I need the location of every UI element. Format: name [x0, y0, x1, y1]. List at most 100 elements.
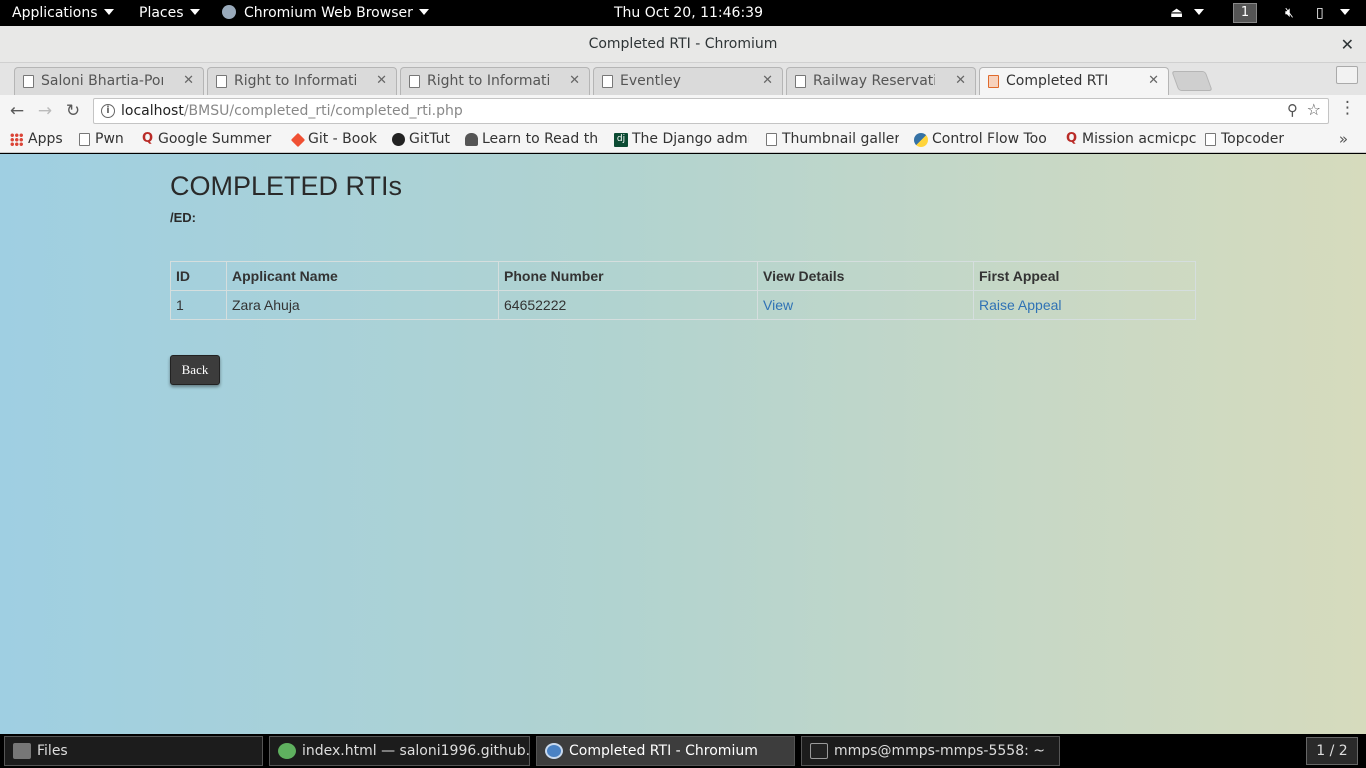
volume-icon[interactable]: 🔇︎	[1285, 0, 1294, 26]
python-icon	[914, 133, 928, 147]
django-icon: dj	[614, 133, 628, 147]
more-bookmarks-icon[interactable]: »	[1339, 127, 1348, 151]
atom-icon	[278, 743, 296, 759]
chevron-down-icon[interactable]	[1194, 0, 1204, 26]
forward-arrow-icon[interactable]: →	[33, 99, 57, 123]
raise-appeal-link[interactable]: Raise Appeal	[979, 297, 1062, 313]
cell-phone-number: 64652222	[498, 290, 758, 320]
workspace-indicator[interactable]: 1	[1233, 3, 1257, 23]
browser-toolbar: ← → ↻ i localhost/BMSU/completed_rti/com…	[0, 95, 1366, 127]
tab-completed-rti[interactable]: Completed RTI ✕	[979, 67, 1169, 95]
octocat-icon	[465, 133, 478, 146]
chromium-icon	[222, 5, 236, 19]
page-icon	[766, 133, 777, 146]
battery-icon[interactable]: ▯	[1316, 0, 1324, 26]
places-menu[interactable]: Places	[139, 0, 200, 26]
kebab-menu-icon[interactable]: ⋮	[1339, 98, 1356, 118]
sub-label: /ED:	[170, 210, 196, 225]
applications-menu[interactable]: Applications	[12, 0, 114, 26]
column-header-first-appeal: First Appeal	[973, 261, 1196, 291]
active-app-menu[interactable]: Chromium Web Browser	[222, 0, 429, 26]
files-icon	[13, 743, 31, 759]
tab-strip: Saloni Bhartia-Portf✕ Right to Informati…	[0, 63, 1366, 95]
task-chromium[interactable]: Completed RTI - Chromium	[536, 736, 795, 766]
task-terminal[interactable]: mmps@mmps-mmps-5558: ~	[801, 736, 1060, 766]
window-title: Completed RTI - Chromium	[588, 36, 778, 52]
column-header-view-details: View Details	[757, 261, 974, 291]
page-content: COMPLETED RTIs /ED: ID Applicant Name Ph…	[0, 154, 1366, 734]
bookmark-control-flow[interactable]: Control Flow Too	[914, 127, 1049, 153]
page-icon	[602, 75, 613, 88]
task-files[interactable]: Files	[4, 736, 263, 766]
address-bar[interactable]: i localhost/BMSU/completed_rti/completed…	[93, 98, 1329, 124]
chevron-down-icon	[189, 9, 200, 15]
system-top-bar: Applications Places Chromium Web Browser…	[0, 0, 1366, 26]
github-icon	[392, 133, 405, 146]
page-icon	[79, 133, 90, 146]
table-header-row: ID Applicant Name Phone Number View Deta…	[170, 261, 1196, 291]
cell-first-appeal: Raise Appeal	[973, 290, 1196, 320]
info-icon[interactable]: i	[101, 104, 115, 118]
close-tab-icon[interactable]: ✕	[183, 68, 194, 94]
bookmark-star-icon[interactable]: ☆	[1307, 100, 1321, 119]
bookmark-git-book[interactable]: Git - Book	[290, 127, 377, 153]
page-icon	[216, 75, 227, 88]
bookmarks-bar: Apps Pwn Q Google Summer c Git - Book Git…	[0, 127, 1366, 153]
close-window-icon[interactable]: ✕	[1341, 26, 1354, 63]
terminal-icon	[810, 743, 828, 759]
git-icon	[290, 132, 306, 148]
completed-rti-table: ID Applicant Name Phone Number View Deta…	[170, 261, 1196, 320]
close-tab-icon[interactable]: ✕	[1148, 68, 1159, 94]
chevron-down-icon	[418, 9, 429, 15]
bookmark-apps[interactable]: Apps	[10, 127, 63, 153]
tab-eventley[interactable]: Eventley ✕	[593, 67, 783, 95]
close-tab-icon[interactable]: ✕	[762, 68, 773, 94]
close-tab-icon[interactable]: ✕	[569, 68, 580, 94]
quora-icon: Q	[142, 131, 154, 146]
bookmark-google-summer[interactable]: Q Google Summer c	[140, 127, 275, 153]
close-tab-icon[interactable]: ✕	[376, 68, 387, 94]
clock[interactable]: Thu Oct 20, 11:46:39	[614, 0, 763, 26]
cell-id: 1	[170, 290, 227, 320]
tab-saloni-portfolio[interactable]: Saloni Bhartia-Portf✕	[14, 67, 204, 95]
eject-icon[interactable]: ⏏	[1170, 0, 1183, 26]
window-title-bar: Completed RTI - Chromium ✕	[0, 26, 1366, 63]
tab-railway-reservation[interactable]: Railway Reservation✕	[786, 67, 976, 95]
column-header-phone-number: Phone Number	[498, 261, 758, 291]
chromium-icon	[545, 743, 563, 759]
back-button[interactable]: Back	[170, 355, 220, 385]
profile-icon[interactable]	[1336, 66, 1358, 84]
zoom-icon[interactable]: ⚲	[1287, 101, 1298, 119]
page-icon	[795, 75, 806, 88]
task-atom-editor[interactable]: index.html — saloni1996.github.io	[269, 736, 530, 766]
chevron-down-icon[interactable]	[1340, 0, 1350, 26]
taskbar: Files index.html — saloni1996.github.io …	[0, 734, 1366, 768]
bookmark-gittut[interactable]: GitTut	[391, 127, 450, 153]
cell-view-details: View	[757, 290, 974, 320]
view-link[interactable]: View	[763, 297, 793, 313]
chevron-down-icon	[103, 9, 114, 15]
tab-right-to-information-2[interactable]: Right to Information✕	[400, 67, 590, 95]
page-icon	[409, 75, 420, 88]
bookmark-pwn[interactable]: Pwn	[77, 127, 124, 153]
page-icon	[23, 75, 34, 88]
bookmark-mission-acmicpc[interactable]: Q Mission acmicpc	[1064, 127, 1196, 153]
cell-applicant-name: Zara Ahuja	[226, 290, 499, 320]
bookmark-thumbnail-gallery[interactable]: Thumbnail gallery	[764, 127, 899, 153]
new-tab-button[interactable]	[1171, 71, 1213, 91]
column-header-id: ID	[170, 261, 227, 291]
reload-icon[interactable]: ↻	[61, 99, 85, 123]
close-tab-icon[interactable]: ✕	[955, 68, 966, 94]
apps-grid-icon	[10, 133, 23, 146]
column-header-applicant-name: Applicant Name	[226, 261, 499, 291]
workspace-pager[interactable]: 1 / 2	[1306, 737, 1358, 765]
tab-right-to-information-1[interactable]: Right to Information✕	[207, 67, 397, 95]
page-title: COMPLETED RTIs	[170, 171, 403, 201]
page-icon	[1205, 133, 1216, 146]
bookmark-django-admin[interactable]: dj The Django admin	[614, 127, 749, 153]
quora-icon: Q	[1066, 131, 1078, 146]
url-text[interactable]: localhost/BMSU/completed_rti/completed_r…	[121, 99, 463, 123]
bookmark-topcoder[interactable]: Topcoder	[1203, 127, 1284, 153]
bookmark-learn-to-read[interactable]: Learn to Read the	[464, 127, 599, 153]
back-arrow-icon[interactable]: ←	[5, 99, 29, 123]
